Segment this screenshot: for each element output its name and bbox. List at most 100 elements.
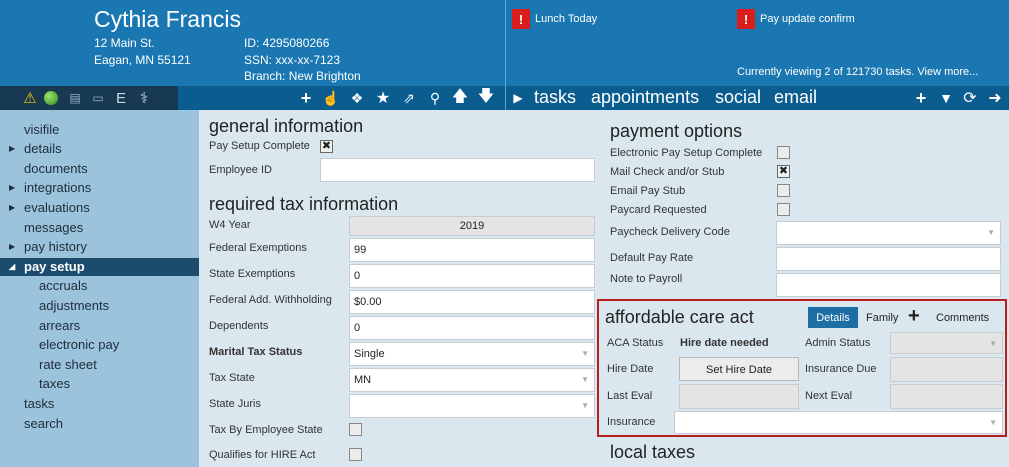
alert-lunch-today[interactable]: ! Lunch Today — [512, 9, 597, 29]
state-juris-label: State Juris — [209, 398, 261, 410]
sidebar-item-pay-setup[interactable]: ◢ pay setup — [9, 259, 85, 274]
default-pay-rate-input[interactable] — [776, 247, 1001, 271]
federal-add-withholding-label: Federal Add. Withholding — [209, 294, 332, 306]
caret-right-icon: ▶ — [9, 203, 16, 212]
state-juris-select[interactable]: ▼ — [349, 394, 595, 418]
employee-id-input[interactable] — [320, 158, 595, 182]
alert-text: Lunch Today — [535, 13, 598, 25]
caduceus-icon[interactable]: ⚕ — [135, 88, 153, 108]
sidebar-item-arrears[interactable]: arrears — [39, 318, 80, 333]
insurance-select[interactable]: ▼ — [674, 411, 1003, 434]
sidebar-item-evaluations[interactable]: ▶ evaluations — [9, 200, 90, 215]
tax-by-employee-state-checkbox[interactable] — [349, 423, 362, 436]
sidebar-item-tasks[interactable]: tasks — [24, 396, 54, 411]
sidebar-item-documents[interactable]: documents — [24, 161, 88, 176]
pay-setup-complete-checkbox[interactable]: ✖ — [320, 140, 333, 153]
star-icon[interactable]: ★ — [374, 88, 392, 108]
e-icon[interactable]: E — [112, 88, 130, 108]
sidebar-item-search[interactable]: search — [24, 416, 63, 431]
qualifies-hire-act-checkbox[interactable] — [349, 448, 362, 461]
tax-state-select[interactable]: MN ▼ — [349, 368, 595, 392]
next-eval-field[interactable] — [890, 384, 1003, 409]
sidebar-item-adjustments[interactable]: adjustments — [39, 298, 109, 313]
paycheck-delivery-select[interactable]: ▼ — [776, 221, 1001, 245]
sidebar-item-label: taxes — [39, 376, 71, 391]
electronic-pay-setup-label: Electronic Pay Setup Complete — [610, 147, 763, 159]
tax-state-label: Tax State — [209, 372, 255, 384]
last-eval-field[interactable] — [679, 384, 799, 409]
federal-exemptions-input[interactable]: 99 — [349, 238, 595, 262]
arrow-right-icon[interactable]: ➜ — [986, 88, 1004, 108]
view-more-link[interactable]: Currently viewing 2 of 121730 tasks. Vie… — [737, 66, 978, 78]
tab-aca-family[interactable]: Family — [866, 312, 898, 324]
filter-icon[interactable]: ▼ — [937, 88, 955, 108]
tab-aca-details[interactable]: Details — [808, 307, 858, 328]
warning-icon[interactable]: ⚠ — [21, 88, 39, 108]
next-eval-label: Next Eval — [805, 390, 853, 402]
sidebar-item-messages[interactable]: messages — [24, 220, 83, 235]
address-line-1: 12 Main St. — [94, 36, 155, 50]
paycard-requested-checkbox[interactable] — [777, 203, 790, 216]
hire-date-label: Hire Date — [607, 363, 654, 375]
default-pay-rate-label: Default Pay Rate — [610, 252, 694, 264]
plus-icon[interactable]: + — [908, 305, 920, 328]
note-to-payroll-input[interactable] — [776, 273, 1001, 297]
sidebar-item-integrations[interactable]: ▶ integrations — [9, 180, 91, 195]
plus-icon[interactable]: + — [297, 88, 315, 108]
sidebar-item-taxes[interactable]: taxes — [39, 376, 70, 391]
sidebar-item-visifile[interactable]: visifile — [24, 122, 59, 137]
federal-add-withholding-input[interactable]: $0.00 — [349, 290, 595, 314]
sidebar-item-accruals[interactable]: accruals — [39, 278, 87, 293]
green-status-icon[interactable] — [44, 91, 58, 105]
sidebar-item-label: visifile — [24, 122, 60, 137]
arrow-up-icon[interactable]: 🡅 — [451, 88, 469, 108]
electronic-pay-setup-checkbox[interactable] — [777, 146, 790, 159]
sidebar-item-electronic-pay[interactable]: electronic pay — [39, 337, 119, 352]
tab-appointments[interactable]: appointments — [591, 87, 699, 108]
tab-aca-comments[interactable]: Comments — [936, 312, 989, 324]
admin-status-select[interactable]: ▼ — [890, 332, 1003, 354]
external-link-icon[interactable]: ⇗ — [400, 88, 418, 108]
chevron-down-icon: ▼ — [987, 228, 995, 237]
admin-status-label: Admin Status — [805, 337, 871, 349]
clipboard-icon[interactable]: ▤ — [66, 88, 84, 108]
w4-year-field[interactable]: 2019 — [349, 216, 595, 236]
alert-pay-update[interactable]: ! Pay update confirm — [737, 9, 855, 29]
paycard-requested-label: Paycard Requested — [610, 204, 707, 216]
tab-social[interactable]: social — [715, 87, 761, 108]
mail-check-checkbox[interactable]: ✖ — [777, 165, 790, 178]
employee-id-label: Employee ID — [209, 164, 272, 176]
email-pay-stub-checkbox[interactable] — [777, 184, 790, 197]
caret-down-icon: ◢ — [9, 262, 16, 271]
sidebar-item-details[interactable]: ▶ details — [9, 141, 62, 156]
tab-email[interactable]: email — [774, 87, 817, 108]
play-icon[interactable]: ▶ — [509, 88, 527, 108]
sidebar-item-label: pay setup — [24, 259, 85, 274]
caret-right-icon: ▶ — [9, 183, 16, 192]
add-task-icon[interactable]: + — [912, 88, 930, 108]
w4-year-label: W4 Year — [209, 219, 251, 231]
email-pay-stub-label: Email Pay Stub — [610, 185, 686, 197]
marital-tax-status-label: Marital Tax Status — [209, 346, 303, 358]
sidebar-item-label: messages — [24, 220, 84, 235]
id-card-icon[interactable]: ▭ — [89, 88, 107, 108]
sidebar-item-pay-history[interactable]: ▶ pay history — [9, 239, 87, 254]
arrow-down-icon[interactable]: 🡇 — [477, 88, 495, 108]
select-value: Single — [354, 348, 385, 360]
dependents-input[interactable]: 0 — [349, 316, 595, 340]
aca-status-value: Hire date needed — [680, 337, 769, 349]
sidebar-item-rate-sheet[interactable]: rate sheet — [39, 357, 97, 372]
marital-tax-status-select[interactable]: Single ▼ — [349, 342, 595, 366]
refresh-icon[interactable]: ⟳ — [961, 88, 979, 108]
tab-tasks[interactable]: tasks — [534, 87, 576, 108]
toolbar-divider — [505, 86, 506, 110]
aca-status-label: ACA Status — [607, 337, 664, 349]
qualifies-hire-act-label: Qualifies for HIRE Act — [209, 449, 316, 461]
search-icon[interactable]: ⚲ — [426, 88, 444, 108]
payment-options-heading: payment options — [610, 121, 743, 141]
set-hire-date-button[interactable]: Set Hire Date — [679, 357, 799, 381]
state-exemptions-input[interactable]: 0 — [349, 264, 595, 288]
puzzle-icon[interactable]: ❖ — [348, 88, 366, 108]
pointer-icon[interactable]: ☝ — [322, 88, 340, 108]
insurance-due-field[interactable] — [890, 357, 1003, 382]
